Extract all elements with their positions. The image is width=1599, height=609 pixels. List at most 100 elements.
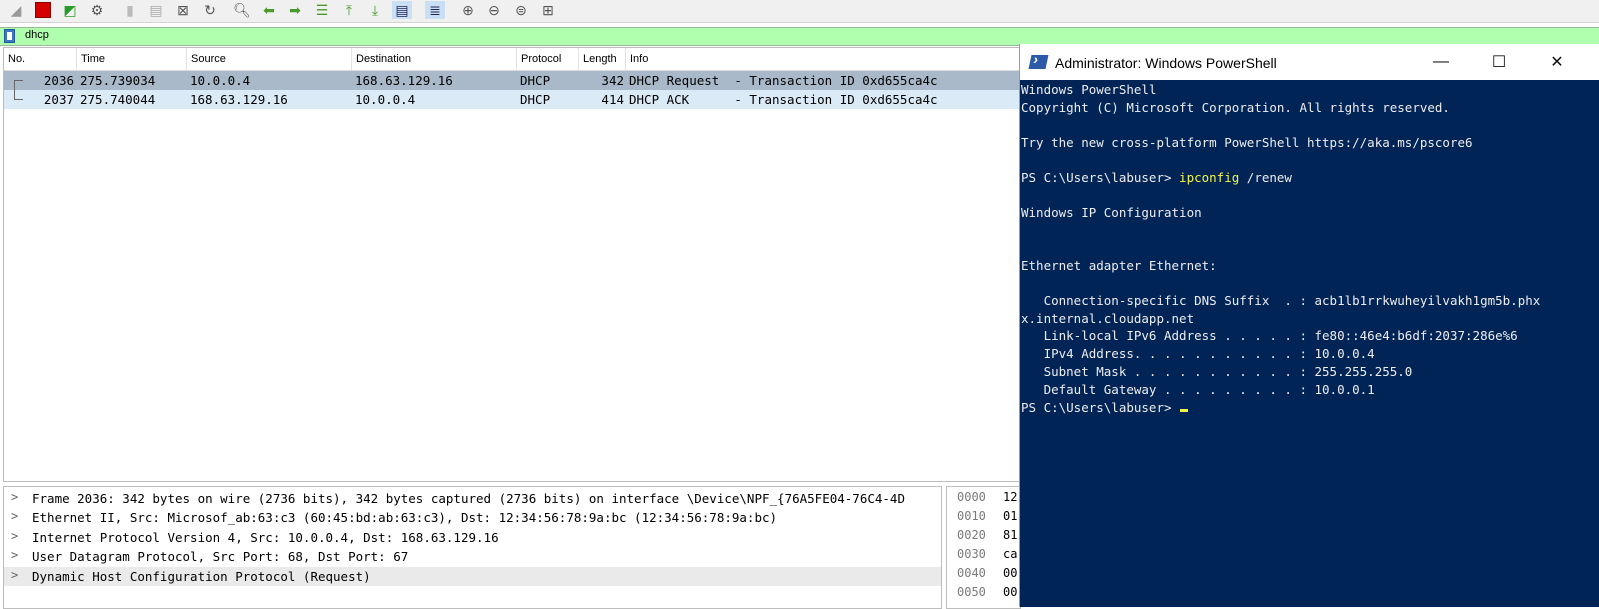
hex-offset: 0050 — [957, 585, 986, 599]
hex-bytes: 81 — [1003, 528, 1018, 542]
packet-info: DHCP Request - Transaction ID 0xd655ca4c — [629, 73, 938, 88]
console-line: Windows PowerShell — [1021, 82, 1157, 97]
packet-protocol: DHCP — [520, 92, 551, 107]
column-header-source[interactable]: Source — [187, 48, 352, 70]
chevron-right-icon[interactable]: > — [11, 509, 18, 523]
column-header-info[interactable]: Info — [626, 48, 1020, 70]
chevron-right-icon[interactable]: > — [11, 529, 18, 543]
hex-bytes: 00 — [1003, 585, 1018, 599]
hex-offset: 0030 — [957, 547, 986, 561]
hex-bytes: ca — [1003, 547, 1018, 561]
hex-offset: 0000 — [957, 490, 986, 504]
hex-offset: 0020 — [957, 528, 986, 542]
packet-no: 2036 — [43, 73, 74, 88]
chevron-right-icon[interactable]: > — [11, 548, 18, 562]
display-filter-input[interactable]: dhcp — [25, 29, 49, 41]
go-back-icon[interactable]: ⬅ — [259, 1, 279, 19]
hex-row[interactable]: 0030 ca — [947, 547, 1020, 565]
close-file-icon[interactable]: ⊠ — [173, 1, 193, 19]
column-header-destination[interactable]: Destination — [352, 48, 517, 70]
powershell-console[interactable]: Windows PowerShell Copyright (C) Microso… — [1020, 80, 1599, 607]
capture-options-icon[interactable]: ⚙ — [87, 1, 107, 19]
packet-row[interactable]: 2036 275.739034 10.0.0.4 168.63.129.16 D… — [4, 71, 1020, 91]
packet-time: 275.740044 — [80, 92, 156, 107]
column-header-protocol[interactable]: Protocol — [517, 48, 579, 70]
packet-list: No. Time Source Destination Protocol Len… — [3, 47, 1020, 482]
last-packet-icon[interactable]: ⤓ — [365, 1, 385, 19]
packet-row[interactable]: 2037 275.740044 168.63.129.16 10.0.0.4 D… — [4, 90, 1020, 109]
console-line: IPv4 Address. . . . . . . . . . . : 10.0… — [1021, 346, 1375, 361]
restart-capture-icon[interactable]: ◩ — [60, 1, 80, 19]
tree-item-dhcp[interactable]: > Dynamic Host Configuration Protocol (R… — [4, 567, 941, 586]
resize-columns-icon[interactable]: ⊞ — [538, 1, 558, 19]
maximize-icon[interactable]: ☐ — [1484, 50, 1514, 74]
console-prompt-line: PS C:\Users\labuser> ipconfig /renew — [1021, 170, 1292, 185]
stop-capture-icon[interactable] — [33, 1, 53, 19]
hex-bytes: 12 — [1003, 490, 1018, 504]
console-line: Windows IP Configuration — [1021, 205, 1202, 220]
chevron-right-icon[interactable]: > — [11, 490, 18, 504]
normal-size-icon[interactable]: ⊜ — [511, 1, 531, 19]
console-prompt-line: PS C:\Users\labuser> — [1021, 400, 1189, 415]
close-icon[interactable]: ✕ — [1542, 50, 1572, 74]
tree-item-frame[interactable]: > Frame 2036: 342 bytes on wire (2736 bi… — [4, 489, 941, 508]
packet-details-tree: > Frame 2036: 342 bytes on wire (2736 bi… — [3, 486, 942, 609]
console-line: x.internal.cloudapp.net — [1021, 311, 1195, 326]
shark-fin-start-icon[interactable]: ◢ — [6, 1, 26, 19]
bookmark-icon[interactable] — [4, 29, 15, 43]
related-packet-marker — [14, 90, 23, 100]
tree-item-label: Frame 2036: 342 bytes on wire (2736 bits… — [32, 491, 905, 506]
powershell-title-bar[interactable]: Administrator: Windows PowerShell — ☐ ✕ — [1020, 44, 1599, 80]
tree-item-udp[interactable]: > User Datagram Protocol, Src Port: 68, … — [4, 547, 941, 566]
column-header-no[interactable]: No. — [4, 48, 77, 70]
prompt: PS C:\Users\labuser> — [1021, 400, 1180, 415]
tree-item-label: Internet Protocol Version 4, Src: 10.0.0… — [32, 530, 499, 545]
tree-item-label: Dynamic Host Configuration Protocol (Req… — [32, 569, 371, 584]
tree-item-ethernet[interactable]: > Ethernet II, Src: Microsof_ab:63:c3 (6… — [4, 508, 941, 527]
hex-offset: 0040 — [957, 566, 986, 580]
console-line: Link-local IPv6 Address . . . . . : fe80… — [1021, 328, 1518, 343]
packet-length: 342 — [601, 73, 624, 88]
packet-time: 275.739034 — [80, 73, 156, 88]
hex-row[interactable]: 0000 12 — [947, 490, 1020, 508]
reload-icon[interactable]: ↻ — [200, 1, 220, 19]
prompt: PS C:\Users\labuser> — [1021, 170, 1180, 185]
find-packet-icon[interactable]: 🔍︎ — [232, 1, 252, 19]
packet-info: DHCP ACK - Transaction ID 0xd655ca4c — [629, 92, 938, 107]
column-header-time[interactable]: Time — [77, 48, 187, 70]
packet-protocol: DHCP — [520, 73, 551, 88]
hex-row[interactable]: 0040 00 — [947, 566, 1020, 584]
console-line: Try the new cross-platform PowerShell ht… — [1021, 135, 1473, 150]
colorize-icon[interactable]: ≣ — [425, 1, 445, 19]
chevron-right-icon[interactable]: > — [11, 568, 18, 582]
command: ipconfig — [1179, 170, 1240, 185]
text-cursor — [1180, 409, 1189, 412]
open-file-icon[interactable]: ▮ — [120, 1, 140, 19]
zoom-in-icon[interactable]: ⊕ — [458, 1, 478, 19]
minimize-icon[interactable]: — — [1426, 50, 1456, 74]
packet-destination: 10.0.0.4 — [355, 92, 416, 107]
column-header-length[interactable]: Length — [579, 48, 626, 70]
go-to-packet-icon[interactable]: ☰ — [312, 1, 332, 19]
powershell-window: Administrator: Windows PowerShell — ☐ ✕ … — [1019, 44, 1599, 607]
autoscroll-icon[interactable]: ▤ — [392, 1, 412, 19]
hex-offset: 0010 — [957, 509, 986, 523]
go-forward-icon[interactable]: ➡ — [285, 1, 305, 19]
packet-length: 414 — [601, 92, 624, 107]
hex-row[interactable]: 0020 81 — [947, 528, 1020, 546]
command-args: /renew — [1239, 170, 1292, 185]
save-file-icon[interactable]: ▤ — [146, 1, 166, 19]
packet-destination: 168.63.129.16 — [355, 73, 453, 88]
console-line: Ethernet adapter Ethernet: — [1021, 258, 1217, 273]
hex-row[interactable]: 0010 01 — [947, 509, 1020, 527]
hex-row[interactable]: 0050 00 — [947, 585, 1020, 603]
tree-item-label: User Datagram Protocol, Src Port: 68, Ds… — [32, 549, 409, 564]
console-line: Subnet Mask . . . . . . . . . . . : 255.… — [1021, 364, 1413, 379]
powershell-icon — [1028, 55, 1049, 69]
first-packet-icon[interactable]: ⤒ — [339, 1, 359, 19]
zoom-out-icon[interactable]: ⊖ — [484, 1, 504, 19]
console-line: Copyright (C) Microsoft Corporation. All… — [1021, 100, 1450, 115]
packet-source: 168.63.129.16 — [190, 92, 288, 107]
console-line: Default Gateway . . . . . . . . . : 10.0… — [1021, 382, 1375, 397]
tree-item-ipv4[interactable]: > Internet Protocol Version 4, Src: 10.0… — [4, 528, 941, 547]
